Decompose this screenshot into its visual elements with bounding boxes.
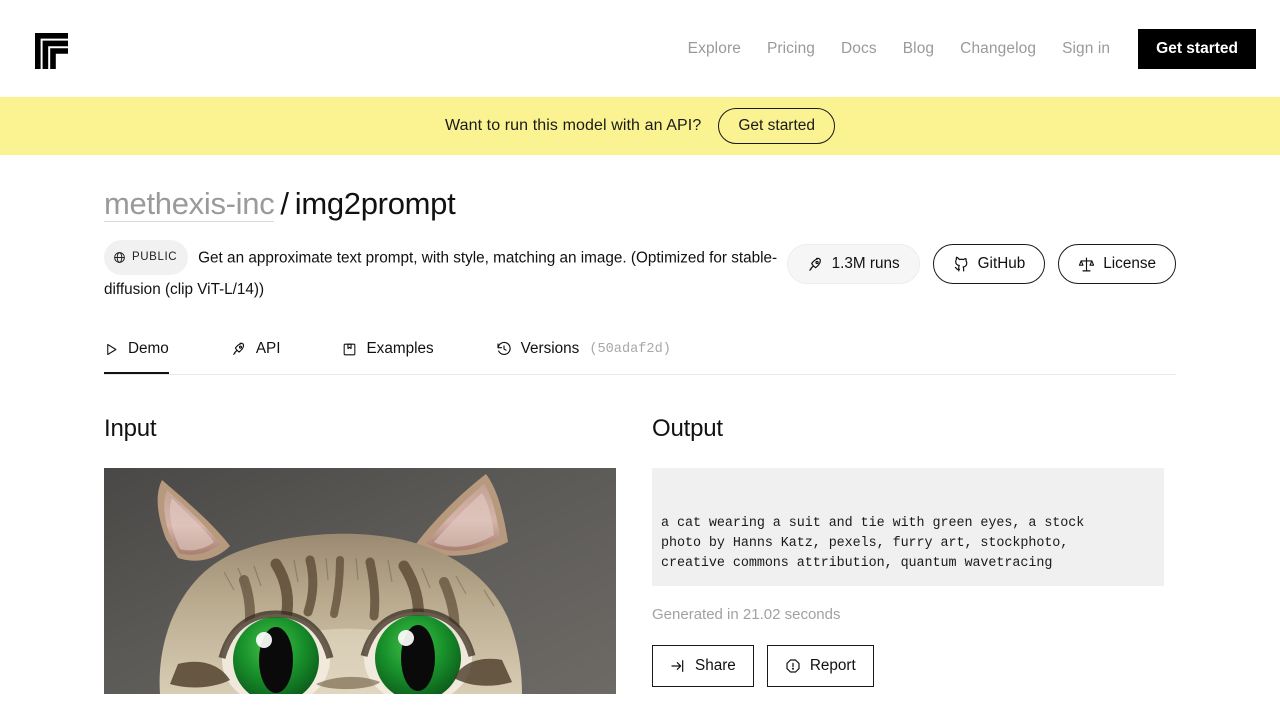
replicate-logo-glyph [35, 32, 68, 69]
nav-link-pricing[interactable]: Pricing [767, 40, 815, 58]
version-hash: (50adaf2d) [589, 341, 671, 357]
api-banner-get-started-button[interactable]: Get started [718, 107, 836, 145]
api-banner-text: Want to run this model with an API? [444, 117, 702, 134]
nav-link-blog[interactable]: Blog [903, 40, 934, 58]
api-promo-banner: Want to run this model with an API? Get … [0, 97, 1280, 155]
io-panels: Input Output a cat wearing a suit and ti… [104, 415, 1176, 695]
globe-icon [113, 251, 126, 264]
output-actions: Share Report [652, 645, 1164, 688]
history-clock-icon [496, 341, 512, 357]
output-result-box: a cat wearing a suit and tie with green … [652, 468, 1164, 587]
model-stats-group: 1.3M runs GitHub License [786, 241, 1176, 285]
nav-link-changelog[interactable]: Changelog [960, 40, 1036, 58]
license-pill-label: License [1103, 255, 1156, 273]
github-pill-label: GitHub [977, 255, 1026, 273]
rocket-icon [807, 256, 824, 273]
runs-pill-label: 1.3M runs [831, 255, 900, 273]
input-image[interactable] [104, 468, 616, 695]
replicate-logo-icon[interactable] [32, 29, 72, 69]
output-title: Output [652, 415, 723, 443]
runs-pill[interactable]: 1.3M runs [786, 244, 920, 285]
nav-link-signin[interactable]: Sign in [1062, 40, 1110, 58]
page-content: methexis-inc / img2prompt PUBLIC Get an ap… [0, 155, 1280, 695]
cat-photo-illustration [104, 468, 616, 695]
github-icon [953, 256, 970, 273]
report-button[interactable]: Report [766, 645, 874, 688]
generation-time: Generated in 21.02 seconds [652, 606, 841, 624]
bookmark-square-icon [342, 342, 357, 357]
tab-demo-label: Demo [128, 340, 169, 358]
share-button[interactable]: Share [652, 645, 754, 688]
model-description-text: Get an approximate text prompt, with sty… [104, 249, 778, 299]
nav-link-docs[interactable]: Docs [841, 40, 877, 58]
top-navigation-bar: Explore Pricing Docs Blog Changelog Sign… [0, 0, 1280, 97]
get-started-button[interactable]: Get started [1138, 28, 1256, 69]
model-name: img2prompt [294, 186, 456, 221]
output-panel: Output a cat wearing a suit and tie with… [652, 415, 1164, 694]
status-badge-label: PUBLIC [132, 251, 178, 264]
tab-api-label: API [255, 340, 281, 358]
status-badge: PUBLIC [104, 240, 189, 276]
output-text: a cat wearing a suit and tie with green … [661, 516, 1085, 572]
model-meta-row: PUBLIC Get an approximate text prompt, w… [104, 240, 1176, 303]
tab-examples-label: Examples [366, 340, 434, 358]
nav-links: Explore Pricing Docs Blog Changelog Sign… [688, 28, 1256, 69]
scales-icon [1078, 256, 1095, 273]
report-button-label: Report [809, 657, 856, 675]
tab-api[interactable]: API [231, 336, 281, 374]
breadcrumb-owner-link[interactable]: methexis-inc [104, 186, 275, 222]
license-pill[interactable]: License [1058, 244, 1176, 285]
github-pill[interactable]: GitHub [932, 244, 1046, 285]
tab-demo[interactable]: Demo [104, 336, 169, 375]
alert-octagon-icon [785, 658, 801, 674]
input-title: Input [104, 415, 157, 443]
share-button-label: Share [695, 657, 736, 675]
play-triangle-icon [104, 342, 119, 357]
rocket-icon [231, 341, 247, 357]
model-tabs: Demo API Examples Versions (50adaf2d) [104, 336, 1176, 376]
model-heading: methexis-inc / img2prompt [104, 186, 456, 222]
tab-examples[interactable]: Examples [342, 336, 434, 374]
input-panel: Input [104, 415, 616, 695]
breadcrumb-separator: / [280, 186, 289, 221]
tab-versions[interactable]: Versions (50adaf2d) [496, 336, 671, 374]
model-description-block: PUBLIC Get an approximate text prompt, w… [104, 240, 787, 303]
nav-link-explore[interactable]: Explore [688, 40, 741, 58]
share-arrow-icon [670, 658, 686, 674]
page-title: methexis-inc / img2prompt [104, 155, 1176, 222]
tab-versions-label: Versions [520, 340, 580, 358]
